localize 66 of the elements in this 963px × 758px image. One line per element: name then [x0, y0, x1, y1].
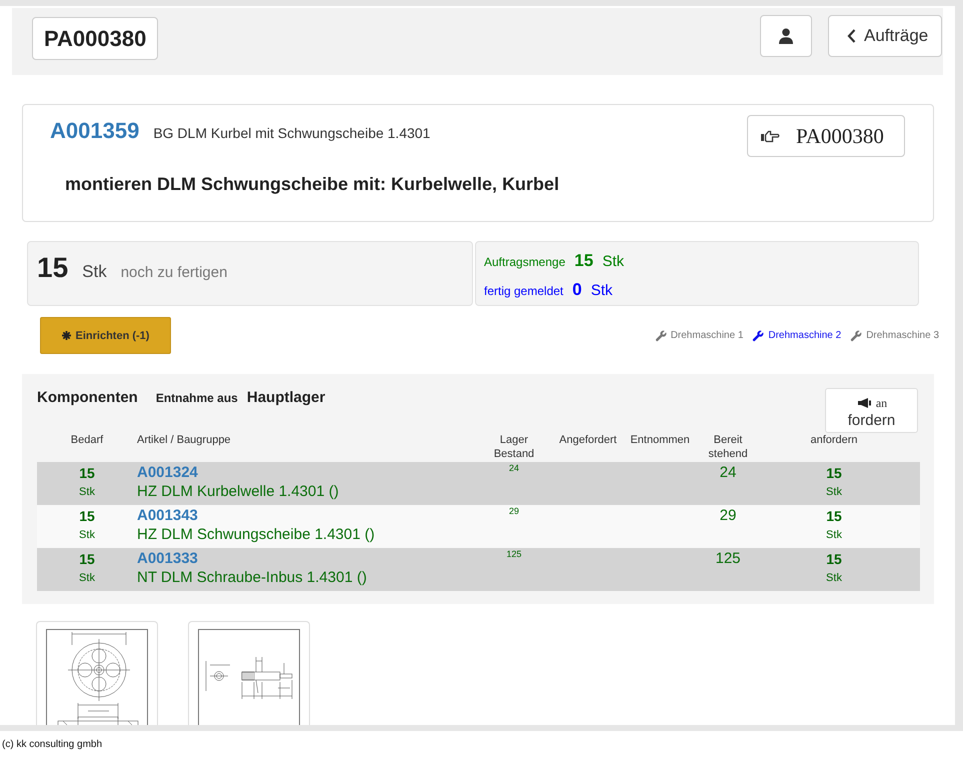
- stock-quantity: 125: [506, 549, 522, 559]
- column-header: Bereit stehend: [707, 433, 749, 461]
- request-quantity: 15: [826, 464, 842, 482]
- column-header: Artikel / Baugruppe: [137, 433, 231, 447]
- column-header: Entnommen: [630, 433, 690, 447]
- source-label: Entnahme aus: [156, 390, 238, 407]
- back-button[interactable]: Aufträge: [828, 15, 942, 57]
- request-unit: Stk: [826, 528, 842, 543]
- drawing-thumbnail[interactable]: [36, 621, 158, 725]
- demand-quantity: 15: [79, 550, 95, 568]
- article-description: HZ DLM Schwungscheibe 1.4301 (): [137, 525, 375, 545]
- article-link[interactable]: A001324: [137, 464, 198, 482]
- demand-unit: Stk: [79, 485, 95, 500]
- demand-unit: Stk: [79, 528, 95, 543]
- asterisk-icon: [62, 331, 71, 340]
- machine-link[interactable]: Drehmaschine 1: [654, 330, 744, 342]
- demand-quantity: 15: [79, 464, 95, 482]
- drawing-thumbnail[interactable]: [188, 621, 310, 725]
- demand-unit: Stk: [79, 571, 95, 586]
- operation-title: montieren DLM Schwungscheibe mit: Kurbelwelle, Kurbel: [65, 173, 560, 195]
- ready-quantity: 125: [715, 550, 741, 568]
- order-number: PA000380: [32, 17, 158, 60]
- stock-quantity: 29: [508, 506, 519, 516]
- copyright-text: (c) kk consulting gmbh: [1, 739, 104, 751]
- request-quantity: 15: [826, 507, 842, 525]
- remaining-quantity: 15: [37, 252, 68, 284]
- ordered-unit: Stk: [602, 252, 624, 272]
- reported-label: fertig gemeldet: [484, 283, 564, 300]
- setup-button[interactable]: Einrichten (-1): [40, 317, 171, 354]
- megaphone-icon: [858, 398, 871, 408]
- article-description: HZ DLM Kurbelwelle 1.4301 (): [137, 482, 339, 502]
- article-description: NT DLM Schraube-Inbus 1.4301 (): [137, 568, 367, 588]
- remaining-unit: Stk: [82, 262, 107, 282]
- order-button[interactable]: PA000380: [747, 115, 905, 157]
- request-quantity: 15: [826, 550, 842, 568]
- stock-quantity: 24: [508, 463, 519, 473]
- wrench-icon: [752, 330, 764, 342]
- user-button[interactable]: [760, 15, 812, 57]
- ordered-quantity: 15: [574, 250, 594, 272]
- hand-pointing-icon: [761, 130, 780, 142]
- ready-quantity: 29: [720, 507, 736, 525]
- ordered-label: Auftragsmenge: [484, 254, 566, 271]
- request-button[interactable]: an fordern: [825, 388, 918, 433]
- components-title: Komponenten: [37, 389, 138, 407]
- column-header: anfordern: [810, 433, 858, 447]
- demand-quantity: 15: [79, 507, 95, 525]
- remaining-label: noch zu fertigen: [120, 264, 228, 281]
- request-unit: Stk: [826, 571, 842, 586]
- article-link[interactable]: A001343: [137, 507, 198, 525]
- chevron-left-icon: [847, 29, 856, 43]
- article-number-link[interactable]: A001359: [50, 118, 140, 144]
- source-warehouse: Hauptlager: [246, 389, 326, 407]
- article-link[interactable]: A001333: [137, 550, 198, 568]
- reported-quantity: 0: [572, 279, 582, 301]
- wrench-icon: [654, 330, 667, 342]
- ready-quantity: 24: [720, 464, 736, 482]
- column-header: Bedarf: [70, 433, 104, 447]
- request-unit: Stk: [826, 485, 842, 500]
- wrench-icon: [850, 330, 862, 342]
- machine-link[interactable]: Drehmaschine 3: [850, 330, 939, 342]
- machine-link[interactable]: Drehmaschine 2: [752, 330, 842, 342]
- column-header: Lager Bestand: [492, 433, 536, 461]
- reported-unit: Stk: [590, 281, 613, 301]
- column-header: Angefordert: [559, 433, 617, 447]
- article-name: BG DLM Kurbel mit Schwungscheibe 1.4301: [153, 125, 430, 141]
- user-icon: [778, 28, 794, 44]
